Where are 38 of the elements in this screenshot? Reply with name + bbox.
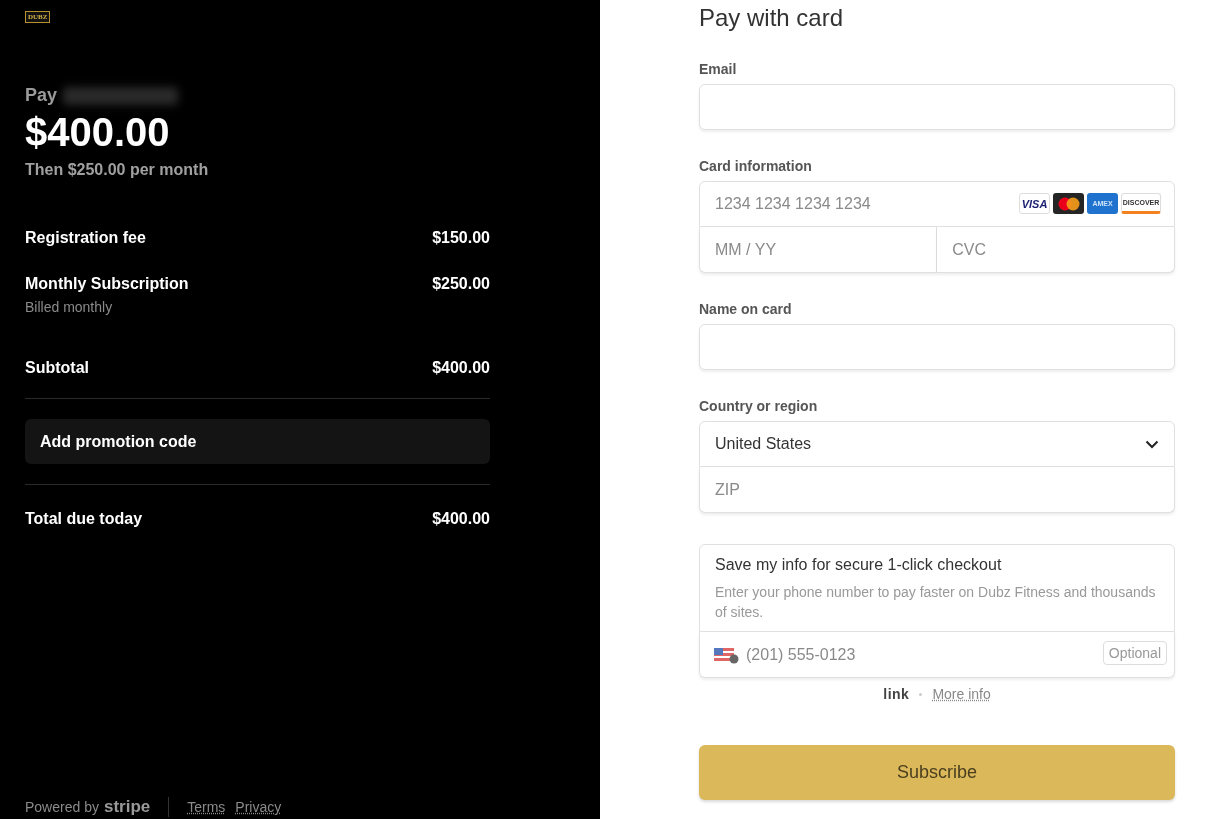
link-title: Save my info for secure 1-click checkout: [715, 556, 1003, 574]
link-logo: link: [883, 686, 910, 702]
subscribe-button[interactable]: Subscribe: [699, 745, 1175, 800]
cvc-field[interactable]: CVC: [937, 227, 1175, 273]
subtotal-value: $400.00: [432, 359, 490, 377]
email-field[interactable]: [699, 84, 1175, 130]
more-info-link[interactable]: More info: [932, 686, 991, 702]
footer-link[interactable]: Terms: [187, 799, 226, 815]
country-select[interactable]: United States: [699, 421, 1175, 467]
link-description: Enter your phone number to pay faster on Dubz Fitness and thousands of sites.: [715, 583, 1157, 622]
optional-tag: Optional: [1102, 641, 1167, 665]
field-label: Name on card: [699, 301, 793, 317]
field-label: Country or region: [699, 398, 819, 414]
visa-logo: VISA: [1019, 193, 1050, 214]
line-item-price: $250.00: [432, 275, 490, 293]
chevron-down-icon: [1145, 439, 1159, 449]
name-field[interactable]: [699, 324, 1175, 370]
form-title: Pay with card: [699, 4, 845, 33]
promotion-code-button[interactable]: Add promotion code: [25, 419, 490, 464]
subtotal-label: Subtotal: [25, 359, 89, 377]
flag-icon: [714, 646, 740, 664]
pay-label: Pay: [25, 85, 58, 106]
mastercard-logo: [1053, 193, 1084, 214]
zip-field[interactable]: ZIP: [699, 467, 1175, 513]
line-item-name: Registration fee: [25, 229, 146, 247]
stripe-logo: stripe: [103, 797, 151, 817]
total-value: $400.00: [432, 510, 490, 528]
amount: $400.00: [25, 110, 171, 155]
field-label: Card information: [699, 158, 813, 174]
powered-by-text: Powered by: [25, 799, 99, 815]
line-item-note: Billed monthly: [25, 299, 114, 315]
line-item-name: Monthly Subscription: [25, 275, 189, 293]
total-label: Total due today: [25, 510, 143, 528]
line-item-price: $150.00: [432, 229, 490, 247]
field-label: Email: [699, 61, 738, 77]
recurring-price: Then $250.00 per month: [25, 161, 210, 179]
expiry-field[interactable]: MM / YY: [699, 227, 938, 273]
footer-link[interactable]: Privacy: [235, 799, 282, 815]
